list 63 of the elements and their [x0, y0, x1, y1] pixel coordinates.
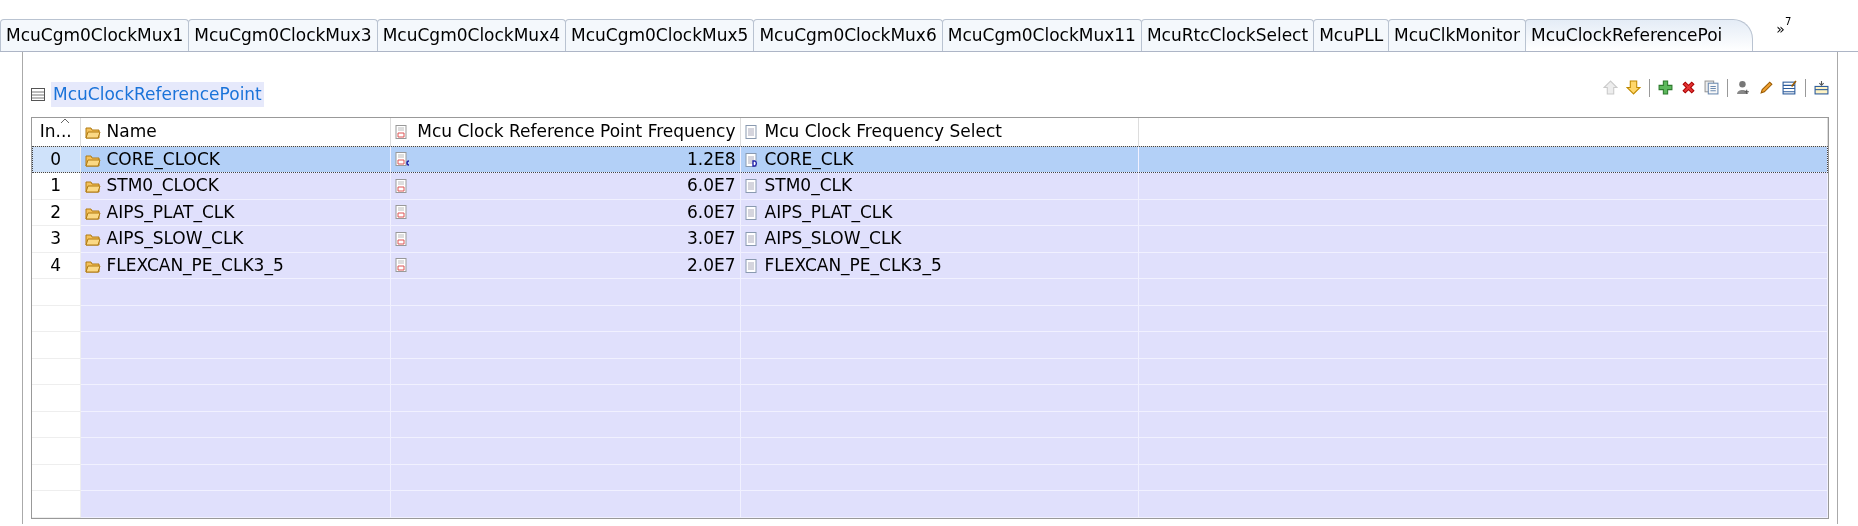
table-icon: [31, 88, 45, 101]
document-icon: [744, 232, 759, 246]
frequency-cell-text: 6.0E7: [686, 200, 736, 224]
table-row[interactable]: 2 AIPS_PLAT_CLK 6.0E7 AIPS_PLAT_CLK: [32, 199, 1828, 226]
frequency-cell-text: 3.0E7: [686, 227, 736, 250]
user-icon[interactable]: [1736, 80, 1751, 95]
insert-row-icon[interactable]: [1814, 80, 1829, 95]
name-cell: FLEXCAN_PE_CLK3_5: [106, 254, 284, 275]
tab[interactable]: McuClkMonitor: [1388, 19, 1526, 51]
table-row[interactable]: 1 STM0_CLOCK 6.0E7 STM0_CLK: [32, 172, 1828, 199]
document-icon: [744, 205, 759, 220]
column-header[interactable]: Mcu Clock Frequency Select: [740, 118, 1138, 146]
tab[interactable]: McuCgm0ClockMux6: [753, 19, 943, 51]
document-icon: [744, 179, 759, 193]
frequency-cell-text: 2.0E7: [686, 253, 736, 277]
folder-icon: [84, 205, 101, 220]
folder-icon: [84, 232, 101, 246]
tab[interactable]: McuRtcClockSelect: [1140, 19, 1315, 51]
arrow-down-icon[interactable]: [1626, 80, 1641, 95]
column-header[interactable]: Mcu Clock Reference Point Frequency: [390, 118, 740, 146]
name-cell: AIPS_PLAT_CLK: [106, 201, 235, 222]
name-cell: CORE_CLOCK: [106, 148, 220, 169]
calculated-number-icon: [394, 152, 411, 167]
derived-doc-icon: [744, 152, 759, 167]
index-cell: 1: [32, 172, 80, 199]
table-row[interactable]: 3 AIPS_SLOW_CLK 3.0E7 AIPS_SLOW_CLK: [32, 225, 1828, 252]
tab[interactable]: McuCgm0ClockMux3: [188, 19, 378, 51]
document-icon: [744, 125, 759, 139]
document-icon: [744, 258, 759, 273]
folder-icon: [84, 125, 101, 139]
folder-icon: [84, 258, 101, 273]
delete-icon[interactable]: [1681, 80, 1696, 95]
tab[interactable]: McuCgm0ClockMux5: [565, 19, 755, 51]
plus-icon[interactable]: [1658, 80, 1673, 95]
select-cell: STM0_CLK: [764, 175, 853, 195]
select-cell: AIPS_PLAT_CLK: [764, 201, 893, 222]
select-cell: CORE_CLK: [764, 148, 854, 169]
index-cell: 3: [32, 225, 80, 252]
name-cell: STM0_CLOCK: [106, 175, 219, 195]
tab[interactable]: McuClockReferencePoi: [1524, 19, 1754, 51]
frequency-cell-text: 1.2E8: [686, 147, 736, 171]
tab[interactable]: McuCgm0ClockMux1: [0, 19, 190, 51]
frequency-cell-text: 6.0E7: [686, 174, 736, 197]
tab[interactable]: McuCgm0ClockMux11: [941, 19, 1142, 51]
tab[interactable]: McuCgm0ClockMux4: [376, 19, 567, 51]
index-cell: 2: [32, 199, 80, 226]
name-cell: AIPS_SLOW_CLK: [106, 228, 244, 248]
section-title: McuClockReferencePoint: [51, 81, 264, 108]
table-row[interactable]: 0 CORE_CLOCK 1.2E8 CORE_CLK: [32, 146, 1828, 173]
index-cell: 0: [32, 146, 80, 173]
column-header[interactable]: In...: [32, 118, 80, 146]
folder-icon: [84, 152, 101, 167]
tab[interactable]: McuPLL: [1313, 19, 1390, 51]
select-cell: AIPS_SLOW_CLK: [764, 228, 902, 248]
index-cell: 4: [32, 252, 80, 279]
copy-icon[interactable]: [1704, 80, 1719, 95]
select-cell: FLEXCAN_PE_CLK3_5: [764, 254, 942, 275]
table-edit-icon[interactable]: [1782, 80, 1797, 95]
pencil-icon[interactable]: [1759, 80, 1774, 95]
sort-icon: [60, 118, 70, 124]
folder-icon: [84, 179, 101, 193]
column-header[interactable]: Name: [80, 118, 390, 146]
table-row[interactable]: 4 FLEXCAN_PE_CLK3_5 2.0E7 FLEXCAN_PE_CLK3_5: [32, 252, 1828, 279]
